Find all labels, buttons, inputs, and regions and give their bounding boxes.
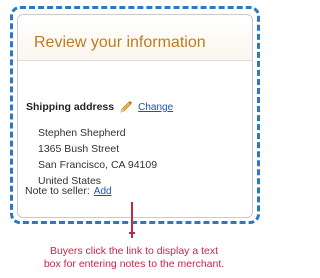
callout-line-2: box for entering notes to the merchant. (43, 258, 225, 270)
add-note-link[interactable]: Add (94, 186, 112, 197)
shipping-address-block: Stephen Shepherd 1365 Bush Street San Fr… (38, 125, 157, 189)
address-line: San Francisco, CA 94109 (38, 159, 158, 171)
panel-title: Review your information (34, 34, 206, 51)
change-address-link[interactable]: Change (138, 102, 173, 113)
address-line: 1365 Bush Street (38, 143, 120, 155)
shipping-address-label: Shipping address (26, 101, 115, 113)
callout-line-1: Buyers click the link to display a text (49, 245, 219, 257)
shipping-address-row: Shipping address Change (26, 100, 173, 114)
callout-pointer-tick (129, 232, 135, 234)
address-line: Stephen Shepherd (38, 127, 126, 139)
note-to-seller-label: Note to seller: (25, 185, 90, 197)
callout-text: Buyers click the link to display a text … (0, 245, 268, 271)
panel-header: Review your information (18, 15, 252, 61)
note-to-seller-row: Note to seller: Add (25, 185, 112, 197)
pencil-icon (119, 100, 133, 114)
